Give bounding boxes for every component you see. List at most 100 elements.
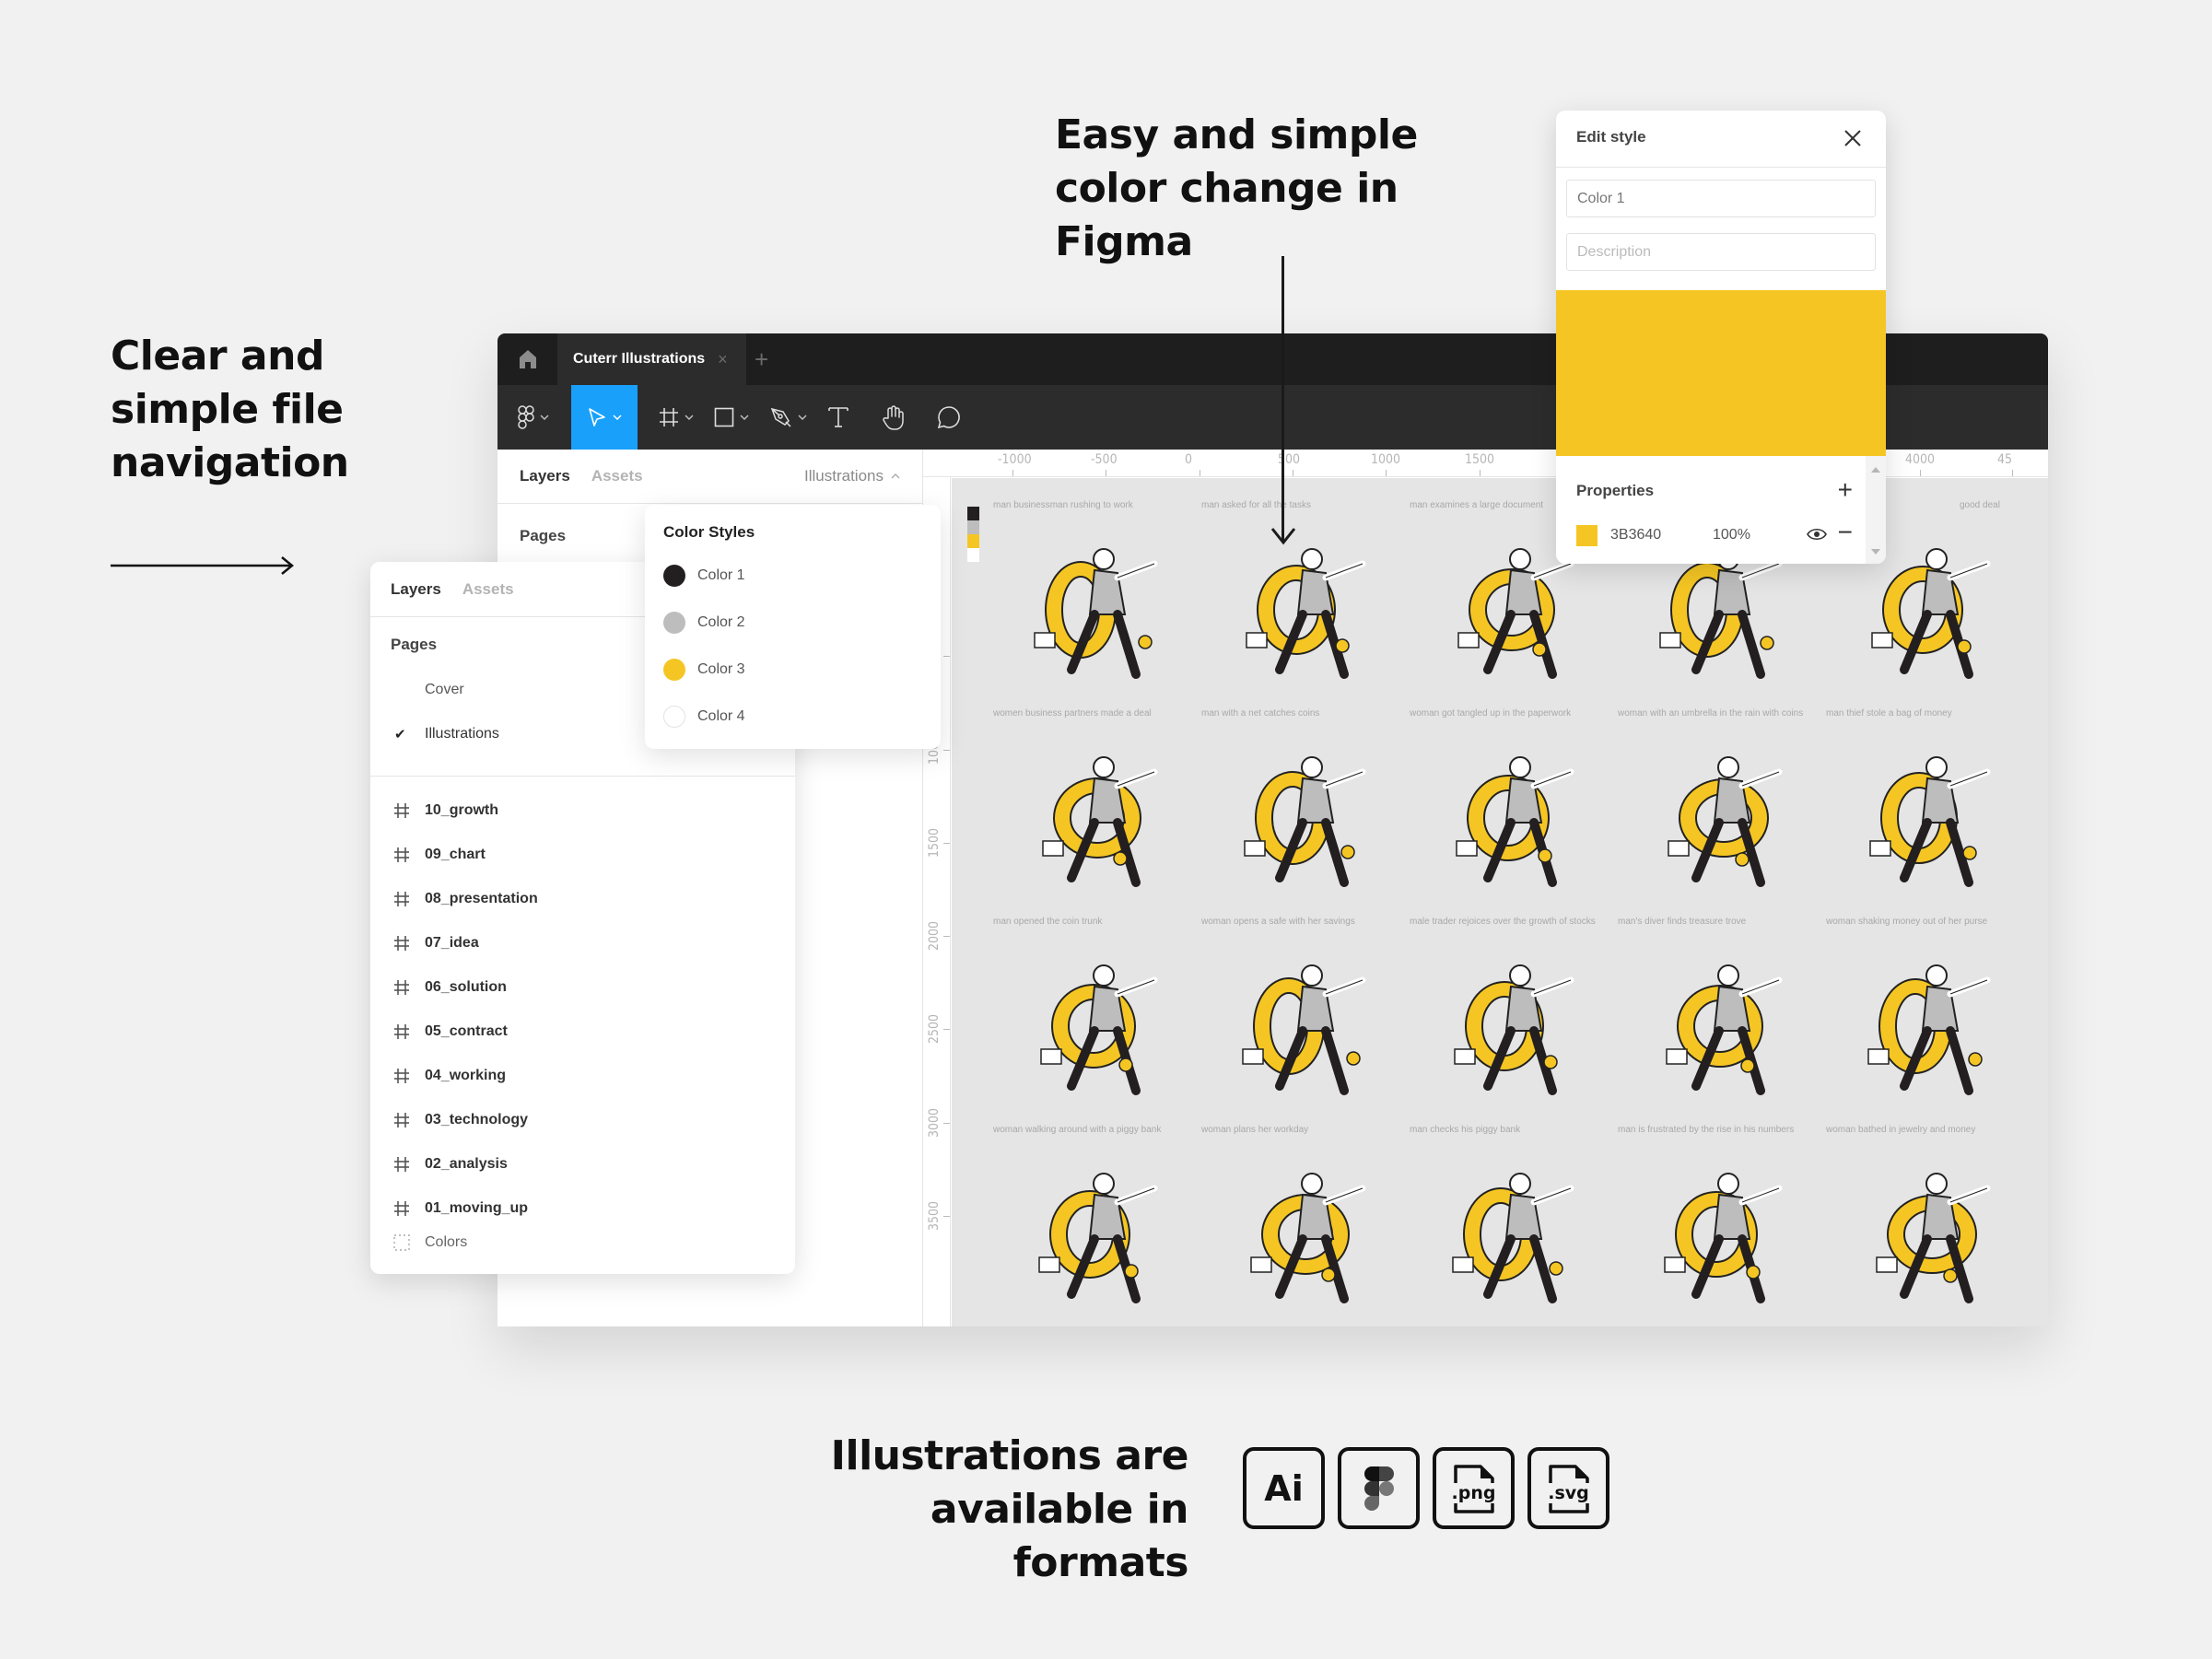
layer-item-frame[interactable]: 01_moving_up [370,1190,795,1227]
illustration-frame[interactable]: man is frustrated by the rise in his num… [1613,1125,1821,1326]
ruler-label: 3500 [927,1200,942,1231]
chevron-down-icon [613,415,622,420]
layer-label: 04_working [425,1068,507,1083]
ruler-label: 2500 [927,1013,942,1044]
illustrations-grid: man businessman rushing to work man asked… [989,500,2030,1326]
scrollbar[interactable] [1866,456,1886,564]
eye-icon[interactable] [1807,527,1827,542]
ruler-tick [943,656,950,657]
illustration-frame[interactable]: man opened the coin trunk [989,917,1197,1125]
style-description-input[interactable] [1566,233,1876,271]
layer-item-frame[interactable]: 03_technology [370,1102,795,1139]
illustration-frame[interactable]: man's diver finds treasure trove [1613,917,1821,1125]
layer-label: 05_contract [425,1023,508,1039]
illustration-frame[interactable]: man checks his piggy bank [1405,1125,1613,1326]
ruler-tick [943,1123,950,1124]
home-button[interactable] [497,333,557,385]
tab-layers[interactable]: Layers [520,467,570,485]
color-style-item[interactable]: Color 1 [663,562,745,590]
remove-fill-button[interactable]: − [1838,520,1853,545]
scroll-down-icon[interactable] [1871,549,1880,555]
illustration-frame[interactable]: woman opens a safe with her savings [1197,917,1405,1125]
layer-item-frame[interactable]: 06_solution [370,969,795,1006]
shape-tool-button[interactable] [706,385,757,450]
layer-item-frame[interactable]: 09_chart [370,836,795,873]
illustration-frame[interactable]: woman shaking money out of her purse [1821,917,2030,1125]
style-name-input[interactable] [1566,180,1876,217]
color-style-item[interactable]: Color 3 [663,656,745,683]
illustration-frame[interactable]: woman got tangled up in the paperwork [1405,708,1613,917]
illustration-caption: woman plans her workday [1201,1125,1309,1135]
layer-item-frame[interactable]: 08_presentation [370,881,795,917]
group-icon [393,1234,410,1251]
frame-icon [660,408,678,426]
illustration-frame[interactable]: man asked for all the tasks [1197,500,1405,708]
illustration-frame[interactable]: woman with an umbrella in the rain with … [1613,708,1821,917]
color-style-label: Color 2 [697,614,745,630]
format-svg: .svg [1527,1447,1609,1529]
illustration-frame[interactable]: man thief stole a bag of money [1821,708,2030,917]
ruler-tick [1386,470,1387,476]
new-tab-button[interactable]: + [755,345,768,374]
layer-item-frame[interactable]: 04_working [370,1057,795,1094]
chevron-down-icon [798,415,807,420]
illustration-frame[interactable]: woman walking around with a piggy bank [989,1125,1197,1326]
canvas[interactable]: man businessman rushing to work man asked… [952,478,2048,1326]
pages-heading: Pages [391,636,438,653]
frame-icon [394,1113,409,1127]
illustration-frame[interactable]: women business partners made a deal [989,708,1197,917]
tab-layers[interactable]: Layers [391,580,441,599]
page-switcher[interactable]: Illustrations [804,450,900,503]
illustration-frame[interactable]: man with a net catches coins [1197,708,1405,917]
pages-heading: Pages [520,527,567,544]
ruler-label: -500 [1091,452,1118,467]
figma-logo-icon [1363,1466,1394,1511]
color-swatch-icon [663,612,685,634]
frame-tool-button[interactable] [650,385,702,450]
add-fill-button[interactable]: + [1838,477,1853,503]
layer-item-frame[interactable]: 10_growth [370,792,795,829]
layer-item-colors[interactable]: Colors [370,1224,795,1261]
tab-assets[interactable]: Assets [462,580,514,599]
color-style-item[interactable]: Color 2 [663,609,745,637]
fill-opacity-value[interactable]: 100% [1713,527,1750,543]
ruler-label: 0 [1185,452,1193,467]
tab-assets[interactable]: Assets [591,467,643,485]
fill-swatch[interactable] [1576,524,1598,546]
color-style-label: Color 3 [697,661,745,677]
close-tab-icon[interactable]: × [718,350,728,369]
ruler-label: 45 [1997,452,2013,467]
scroll-up-icon[interactable] [1871,467,1880,473]
illustration-frame[interactable]: woman bathed in jewelry and money [1821,1125,2030,1326]
hand-icon [883,405,904,430]
illustration-caption: woman bathed in jewelry and money [1826,1125,1976,1135]
layer-item-frame[interactable]: 07_idea [370,925,795,962]
edit-style-popover: Edit style Properties + 3B3640 100% − [1556,111,1886,564]
ruler-label: -1000 [998,452,1032,467]
close-icon[interactable] [1842,127,1864,149]
comment-tool-button[interactable] [930,385,967,450]
layer-item-frame[interactable]: 02_analysis [370,1146,795,1183]
fill-row: 3B3640 100% [1576,523,1853,547]
pen-tool-button[interactable] [763,385,814,450]
layer-item-frame[interactable]: 05_contract [370,1013,795,1050]
layer-label: 08_presentation [425,891,538,906]
hand-tool-button[interactable] [875,385,912,450]
main-menu-button[interactable] [497,385,569,450]
file-tab[interactable]: Cuterr Illustrations × [557,333,746,385]
illustration-frame[interactable]: male trader rejoices over the growth of … [1405,917,1613,1125]
illustration-image [1034,548,1158,679]
frame-icon [394,1069,409,1083]
illustration-caption: man examines a large document [1410,500,1544,510]
illustration-image [1668,756,1783,887]
text-tool-button[interactable] [820,385,857,450]
illustration-frame[interactable]: man businessman rushing to work [989,500,1197,708]
illustration-caption: man checks his piggy bank [1410,1125,1521,1135]
move-tool-button[interactable] [571,385,638,450]
arrow-right-icon [111,556,294,575]
png-label: .png [1450,1482,1497,1503]
headline-navigation: Clear and simple file navigation [111,333,349,486]
color-style-item[interactable]: Color 4 [663,703,745,730]
fill-hex-value[interactable]: 3B3640 [1610,527,1661,543]
illustration-frame[interactable]: woman plans her workday [1197,1125,1405,1326]
